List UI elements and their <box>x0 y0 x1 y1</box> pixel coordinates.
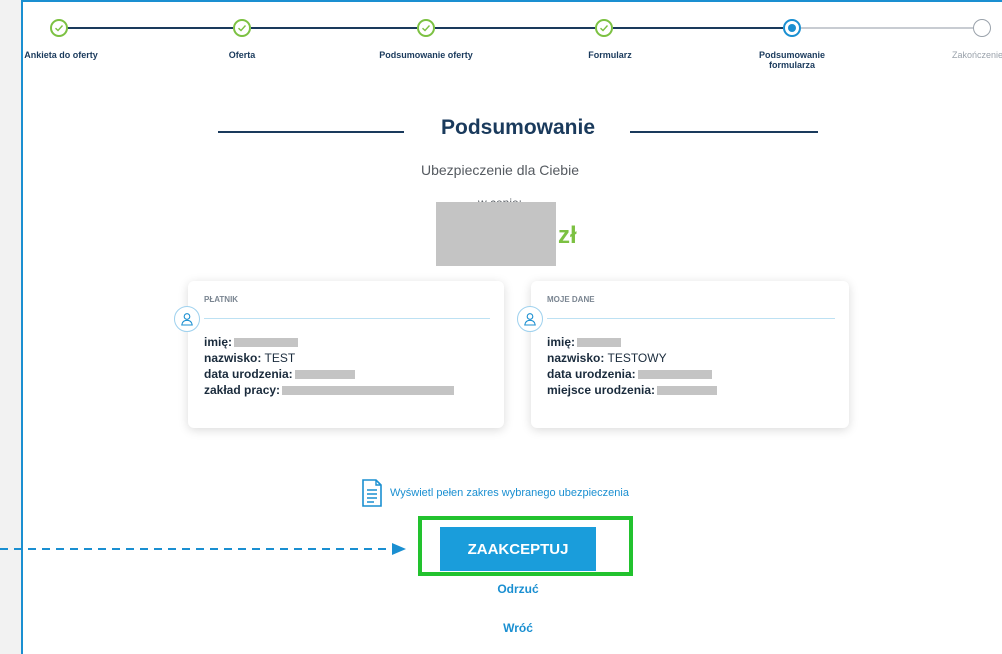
redacted-value <box>234 338 299 348</box>
price-redacted <box>436 202 556 266</box>
reject-link[interactable]: Odrzuć <box>440 582 596 596</box>
product-name: Ubezpieczenie dla Ciebie <box>421 162 579 178</box>
step-2-check-icon[interactable] <box>233 19 251 37</box>
step-label-2: Oferta <box>228 50 256 60</box>
my-data-card-title: MOJE DANE <box>547 295 595 304</box>
my-last-name-row: nazwisko: TESTOWY <box>547 351 667 365</box>
redacted-value <box>282 386 455 396</box>
step-label-5: Podsumowanie formularza <box>758 50 825 70</box>
redacted-value <box>577 338 622 348</box>
step-4-check-icon[interactable] <box>595 19 613 37</box>
step-label-1: Ankieta do oferty <box>24 50 98 60</box>
card-divider <box>204 318 490 319</box>
payer-card: PŁATNIK imię: nazwisko: TEST data urodze… <box>174 281 504 428</box>
step-3-check-icon[interactable] <box>417 19 435 37</box>
user-avatar-icon <box>517 306 543 332</box>
accept-button[interactable]: ZAAKCEPTUJ <box>440 527 596 571</box>
view-coverage-link[interactable]: Wyświetl pełen zakres wybranego ubezpiec… <box>360 479 629 507</box>
my-birth-date-row: data urodzenia: <box>547 366 717 382</box>
redacted-value <box>294 370 355 380</box>
price-currency: zł <box>558 222 577 249</box>
payer-birth-date-row: data urodzenia: <box>204 366 454 382</box>
step-label-3: Podsumowanie oferty <box>379 50 473 60</box>
back-link[interactable]: Wróć <box>440 621 596 635</box>
user-avatar-icon <box>174 306 200 332</box>
heading-divider-right <box>630 131 818 133</box>
pointer-arrow-icon <box>0 543 406 555</box>
page-title: Podsumowanie <box>440 116 596 139</box>
step-label-4: Formularz <box>588 50 632 60</box>
view-coverage-label[interactable]: Wyświetl pełen zakres wybranego ubezpiec… <box>390 487 629 499</box>
redacted-value <box>657 386 718 396</box>
summary-heading-block: Podsumowanie <box>218 116 818 146</box>
step-1-check-icon[interactable] <box>50 19 68 37</box>
document-icon <box>360 479 384 507</box>
my-data-card: MOJE DANE imię: nazwisko: TESTOWY data u… <box>517 281 849 428</box>
payer-workplace-row: zakład pracy: <box>204 382 455 398</box>
step-label-6: Zakończenie <box>952 50 1002 60</box>
redacted-value <box>637 370 712 380</box>
my-birth-place-row: miejsce urodzenia: <box>547 382 718 398</box>
payer-first-name-row: imię: <box>204 334 454 350</box>
my-first-name-row: imię: <box>547 334 717 350</box>
progress-stepper: Ankieta do oferty Oferta Podsumowanie of… <box>0 0 1002 100</box>
step-6-pending-icon <box>973 19 991 37</box>
payer-last-name-row: nazwisko: TEST <box>204 351 296 365</box>
payer-card-title: PŁATNIK <box>204 295 239 304</box>
step-5-active-icon <box>783 19 801 37</box>
card-divider <box>547 318 835 319</box>
